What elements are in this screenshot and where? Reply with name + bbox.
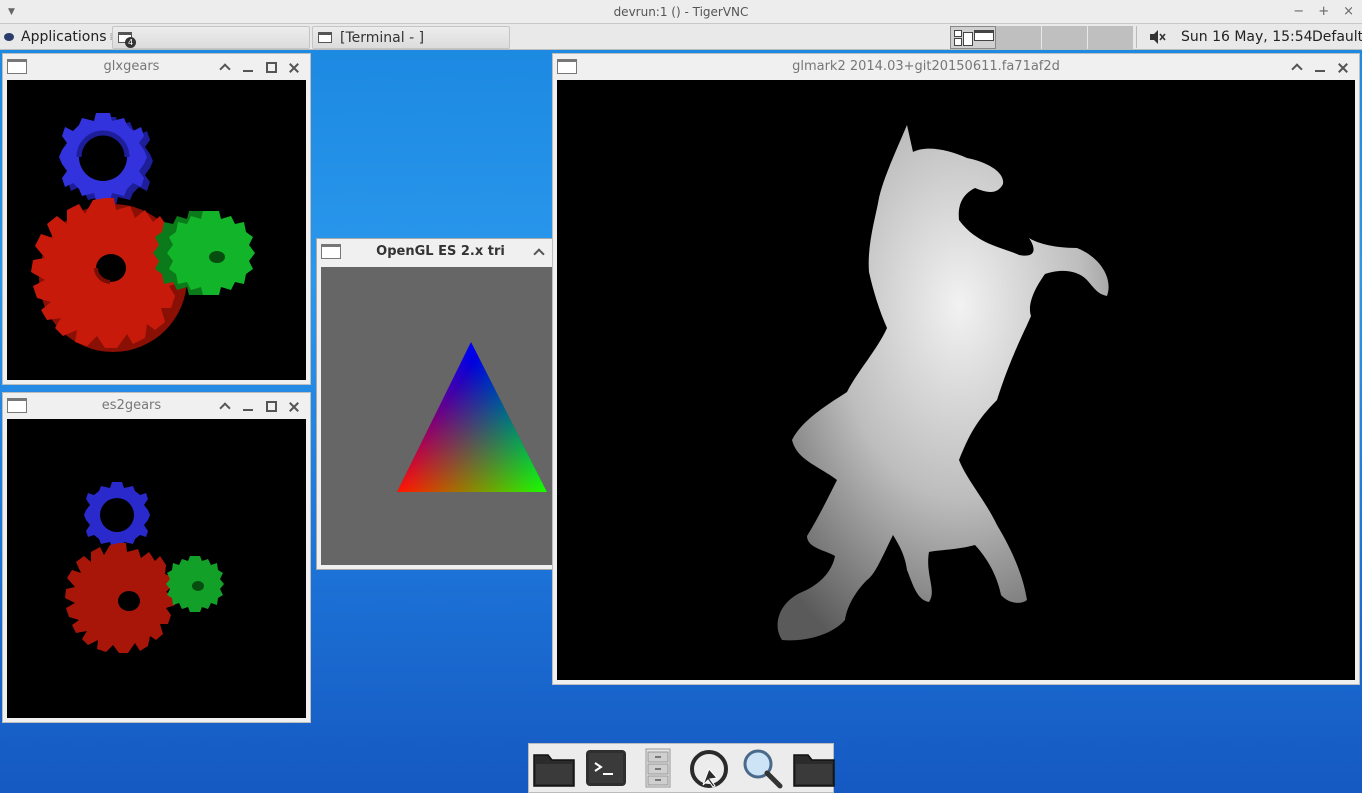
window-menu-icon[interactable]: ▼ bbox=[8, 0, 15, 24]
blue-gear bbox=[84, 482, 150, 548]
workspace-1[interactable] bbox=[950, 26, 996, 49]
green-gear bbox=[166, 556, 224, 612]
window-icon bbox=[318, 32, 332, 43]
glxgears-canvas[interactable] bbox=[7, 80, 306, 380]
file-cabinet-icon[interactable] bbox=[635, 745, 681, 791]
minimize-button[interactable] bbox=[237, 396, 260, 416]
window-titlebar[interactable]: es2gears bbox=[3, 393, 310, 419]
window-title: glmark2 2014.03+git20150611.fa71af2d bbox=[792, 59, 1060, 74]
blue-gear bbox=[59, 113, 153, 205]
terminal-icon[interactable] bbox=[583, 745, 629, 791]
close-button[interactable] bbox=[283, 57, 306, 77]
window-menu-icon[interactable] bbox=[321, 244, 341, 259]
task-terminal-button[interactable]: [Terminal - ] bbox=[312, 26, 510, 49]
window-titlebar[interactable]: glmark2 2014.03+git20150611.fa71af2d bbox=[553, 54, 1359, 80]
window-menu-icon[interactable] bbox=[7, 398, 27, 413]
vnc-maximize-button[interactable]: + bbox=[1318, 0, 1329, 24]
horse-model bbox=[777, 125, 1109, 641]
workspace-2[interactable] bbox=[996, 26, 1042, 49]
es2gears-window: es2gears bbox=[2, 392, 311, 723]
glmark2-window: glmark2 2014.03+git20150611.fa71af2d bbox=[552, 53, 1360, 685]
task-terminal-label: [Terminal - ] bbox=[340, 29, 425, 46]
task-count-badge: 4 bbox=[125, 37, 136, 48]
vnc-close-button[interactable]: × bbox=[1343, 0, 1354, 24]
task-group-button[interactable]: 4 bbox=[112, 26, 310, 49]
window-title: es2gears bbox=[101, 398, 162, 413]
close-button[interactable] bbox=[283, 396, 306, 416]
red-gear bbox=[65, 543, 175, 653]
window-menu-icon[interactable] bbox=[557, 59, 577, 74]
bottom-dock bbox=[528, 743, 837, 793]
workspace-4[interactable] bbox=[1088, 26, 1134, 49]
workspace-pager bbox=[950, 26, 1134, 49]
keyboard-layout-indicator[interactable]: Default bbox=[1312, 24, 1362, 50]
green-gear bbox=[153, 211, 255, 295]
glxgears-window: glxgears bbox=[2, 53, 311, 385]
volume-muted-icon[interactable] bbox=[1148, 29, 1166, 49]
xfce-mouse-icon bbox=[2, 30, 18, 44]
web-browser-icon[interactable] bbox=[687, 745, 733, 791]
close-button[interactable] bbox=[1332, 57, 1355, 77]
maximize-button[interactable] bbox=[260, 57, 283, 77]
vnc-window-controls: − + × bbox=[1293, 0, 1354, 24]
applications-menu-label: Applications bbox=[21, 29, 107, 45]
shade-button[interactable] bbox=[214, 57, 237, 77]
folder-icon[interactable] bbox=[531, 745, 577, 791]
minimize-button[interactable] bbox=[237, 57, 260, 77]
vnc-window-titlebar: ▼ devrun:1 () - TigerVNC − + × bbox=[0, 0, 1362, 24]
gears-render bbox=[31, 113, 255, 352]
panel-clock[interactable]: Sun 16 May, 15:54 bbox=[1181, 24, 1313, 50]
window-title: glxgears bbox=[103, 59, 160, 74]
panel-divider bbox=[1136, 26, 1137, 48]
window-titlebar[interactable]: glxgears bbox=[3, 54, 310, 80]
vnc-minimize-button[interactable]: − bbox=[1293, 0, 1304, 24]
horse-render bbox=[777, 125, 1109, 641]
window-title: OpenGL ES 2.x tri bbox=[376, 244, 505, 259]
applications-menu-button[interactable]: Applications ⁞ bbox=[2, 24, 113, 50]
glmark2-canvas[interactable] bbox=[557, 80, 1355, 680]
shade-button[interactable] bbox=[528, 242, 551, 262]
es2gears-canvas[interactable] bbox=[7, 419, 306, 718]
workspace-3[interactable] bbox=[1042, 26, 1088, 49]
maximize-button[interactable] bbox=[260, 396, 283, 416]
minimize-button[interactable] bbox=[1309, 57, 1332, 77]
window-menu-icon[interactable] bbox=[7, 59, 27, 74]
folder-icon[interactable] bbox=[791, 745, 837, 791]
search-icon[interactable] bbox=[739, 745, 785, 791]
gears-render bbox=[65, 482, 224, 653]
vnc-window-title: devrun:1 () - TigerVNC bbox=[613, 5, 749, 19]
shade-button[interactable] bbox=[214, 396, 237, 416]
shade-button[interactable] bbox=[1286, 57, 1309, 77]
